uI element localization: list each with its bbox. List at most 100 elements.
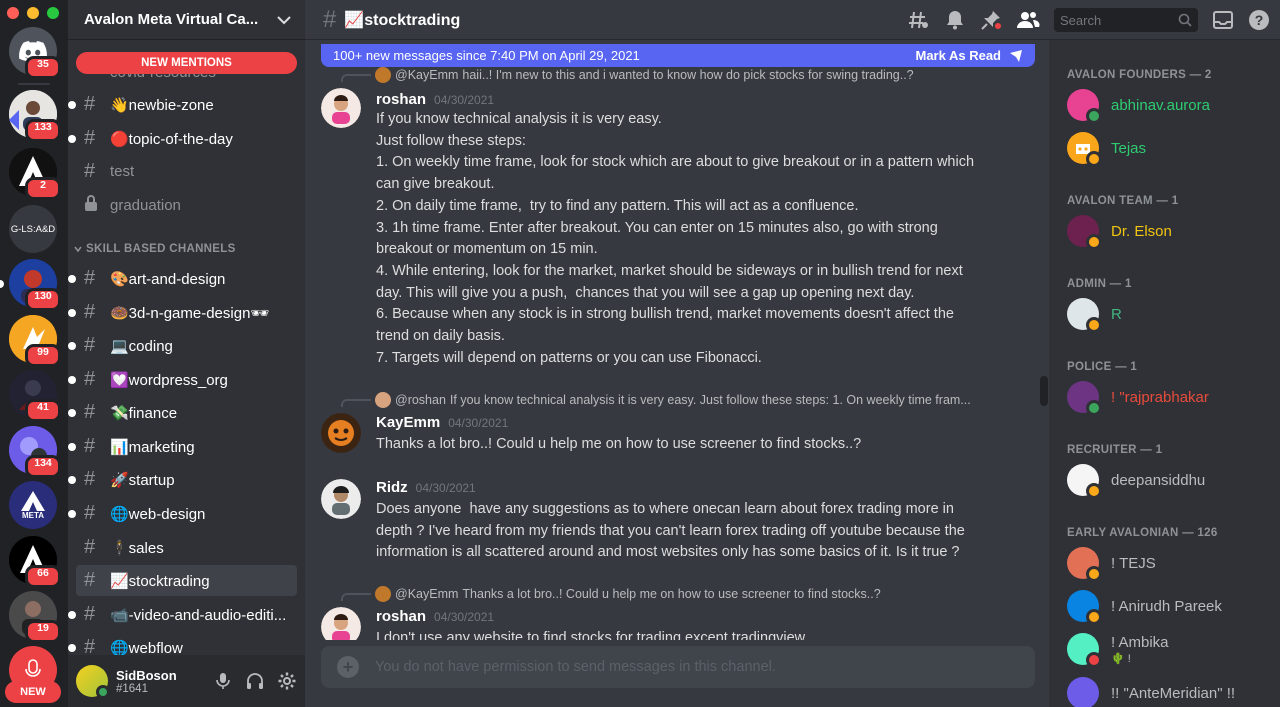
channel-item[interactable]: # 🍩3d-n-game-design🕶 <box>68 297 297 328</box>
category-header[interactable]: SKILL BASED CHANNELS <box>74 243 236 255</box>
server-header[interactable]: Avalon Meta Virtual Ca... <box>68 0 305 40</box>
channel-item[interactable]: # 🚀startup <box>68 464 297 495</box>
avatar[interactable] <box>321 479 361 519</box>
help-icon[interactable]: ? <box>1248 9 1270 31</box>
threads-icon[interactable] <box>908 9 930 31</box>
avatar[interactable] <box>321 413 361 453</box>
timestamp: 04/30/2021 <box>448 416 509 430</box>
mark-read-icon <box>1010 49 1022 62</box>
role-header: AVALON FOUNDERS — 2 <box>1067 69 1212 81</box>
member-item[interactable]: ! Anirudh Pareek <box>1067 590 1222 625</box>
online-status-icon <box>1086 400 1102 416</box>
author-name[interactable]: Ridz <box>376 479 408 496</box>
message-line: information is all scattered around and … <box>376 544 960 561</box>
server-rail: 35 133 2 G-LS:A&D 130 99 41 134 META 66 … <box>0 0 68 707</box>
avatar <box>1067 89 1102 124</box>
avatar <box>1067 590 1102 625</box>
member-item[interactable]: !! "AnteMeridian" !! <box>1067 677 1235 707</box>
server-icon[interactable]: 99 <box>9 315 61 367</box>
unread-dot <box>68 100 76 109</box>
username: SidBoson <box>116 667 177 683</box>
member-list-icon[interactable] <box>1016 9 1040 31</box>
minimize-window-button[interactable] <box>27 7 39 19</box>
bell-icon[interactable] <box>944 9 966 31</box>
member-name: ! Anirudh Pareek <box>1111 597 1222 615</box>
close-window-button[interactable] <box>7 7 19 19</box>
server-icon[interactable]: 66 <box>9 536 61 588</box>
unread-dot <box>68 610 76 619</box>
author-name[interactable]: roshan <box>376 91 426 108</box>
home-button[interactable]: 35 <box>9 27 61 79</box>
server-icon[interactable]: 130 <box>9 259 61 311</box>
new-unreads-button[interactable]: NEW <box>5 681 61 703</box>
idle-status-icon <box>1086 234 1102 250</box>
search-placeholder: Search <box>1060 12 1102 28</box>
headphones-icon[interactable] <box>245 671 265 691</box>
avatar[interactable] <box>76 665 110 699</box>
channel-item[interactable]: # 🎨art-and-design <box>68 263 297 294</box>
channel-name: graduation <box>110 197 181 214</box>
member-item[interactable]: Tejas <box>1067 132 1146 167</box>
reply-preview[interactable]: @KayEmm haii..! I'm new to this and i wa… <box>375 67 914 83</box>
member-item[interactable]: ! "rajprabhakar <box>1067 381 1209 416</box>
channel-item[interactable]: # 👋newbie-zone <box>68 89 297 120</box>
member-item[interactable]: ! TEJS <box>1067 547 1156 582</box>
server-icon[interactable]: 41 <box>9 370 61 422</box>
mark-as-read-button[interactable]: Mark As Read <box>916 48 1002 63</box>
channel-item[interactable]: # 🕴sales <box>76 532 297 563</box>
channel-item[interactable]: # 📊marketing <box>68 431 297 462</box>
reply-preview[interactable]: @KayEmm Thanks a lot bro..! Could u help… <box>375 586 881 602</box>
avatar[interactable] <box>321 607 361 640</box>
server-icon[interactable]: 133 <box>9 90 61 142</box>
member-item[interactable]: R <box>1067 298 1122 333</box>
avatar[interactable] <box>321 88 361 128</box>
member-custom-status: 🌵 ! <box>1111 653 1131 665</box>
message-line: Does anyone have any suggestions as to w… <box>376 501 954 517</box>
avatar <box>1067 132 1102 167</box>
author-name[interactable]: KayEmm <box>376 414 440 431</box>
hashtag-icon: # <box>84 334 96 356</box>
server-icon[interactable]: META <box>9 481 57 529</box>
maximize-window-button[interactable] <box>47 7 59 19</box>
channel-item[interactable]: # 💸finance <box>68 397 297 428</box>
search-input[interactable]: Search <box>1054 8 1198 32</box>
channel-item[interactable]: # 💟wordpress_org <box>68 364 297 395</box>
server-icon[interactable]: 134 <box>9 426 61 478</box>
user-tag: #1641 <box>116 682 148 695</box>
server-icon[interactable]: 19 <box>9 591 61 643</box>
channel-item[interactable]: # 💻coding <box>68 330 297 361</box>
channel-name: 🕴sales <box>110 539 164 557</box>
scrollbar-thumb[interactable] <box>1040 376 1048 406</box>
member-name: ! TEJS <box>1111 554 1156 572</box>
unread-dot <box>68 375 76 384</box>
new-messages-bar[interactable]: 100+ new messages since 7:40 PM on April… <box>321 44 1035 67</box>
reply-text: If you know technical analysis it is ver… <box>449 393 971 407</box>
message-input[interactable]: + You do not have permission to send mes… <box>321 646 1035 688</box>
member-item[interactable]: Dr. Elson <box>1067 215 1172 250</box>
inbox-icon[interactable] <box>1212 9 1234 31</box>
rail-divider <box>18 83 50 85</box>
channel-item[interactable]: graduation <box>76 190 297 221</box>
channel-name: 💻coding <box>110 337 173 355</box>
channel-item-active[interactable]: # 📈stocktrading <box>76 565 297 596</box>
microphone-icon[interactable] <box>213 671 233 691</box>
server-icon[interactable]: G-LS:A&D <box>9 205 57 253</box>
member-name: abhinav.aurora <box>1111 96 1210 114</box>
channel-item[interactable]: # 🔴topic-of-the-day <box>68 123 297 154</box>
avatar <box>1067 298 1102 333</box>
author-name[interactable]: roshan <box>376 608 426 625</box>
pin-icon[interactable] <box>980 9 1002 31</box>
gear-icon[interactable] <box>277 671 297 691</box>
server-icon[interactable]: 2 <box>9 148 61 200</box>
mention-badge: 134 <box>25 455 61 478</box>
channel-name: 💟wordpress_org <box>110 371 228 389</box>
channel-item[interactable]: # 📹-video-and-audio-editi... <box>68 599 297 630</box>
new-mentions-button[interactable]: NEW MENTIONS <box>76 52 297 74</box>
reply-preview[interactable]: @roshan If you know technical analysis i… <box>375 392 971 408</box>
hashtag-icon: # <box>84 160 96 182</box>
channel-item[interactable]: # test <box>76 156 297 187</box>
member-item[interactable]: deepansiddhu <box>1067 464 1205 499</box>
hashtag-icon: # <box>84 301 96 323</box>
channel-item[interactable]: # 🌐web-design <box>68 498 297 529</box>
member-item[interactable]: abhinav.aurora <box>1067 89 1210 124</box>
